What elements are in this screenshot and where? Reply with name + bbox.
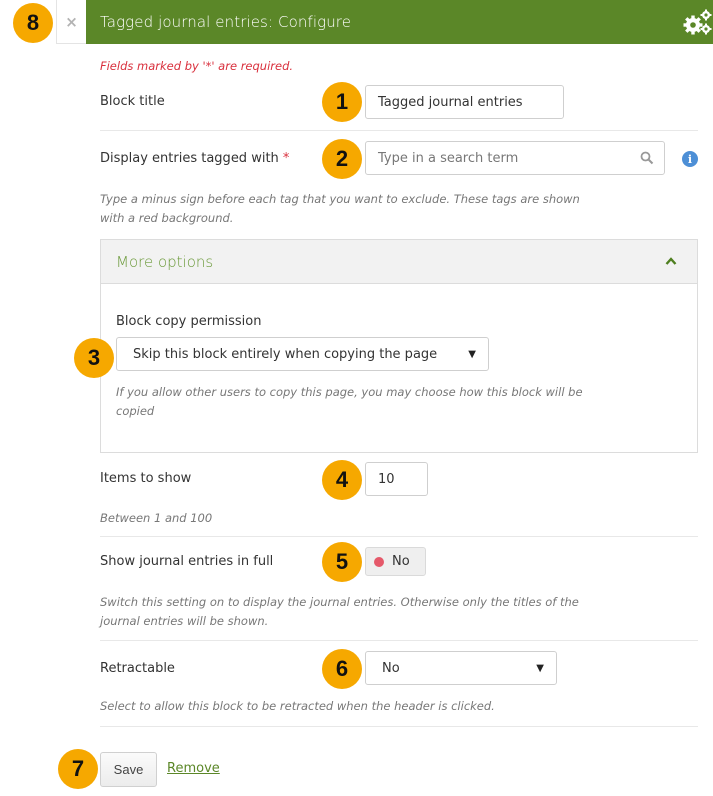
callout-badge-1: 1 [322, 82, 362, 122]
gears-icon [683, 9, 712, 35]
caret-down-icon: ▼ [536, 663, 544, 674]
more-options-toggle[interactable]: More options [101, 240, 697, 284]
search-icon[interactable] [640, 151, 654, 165]
more-options-title: More options [116, 252, 214, 271]
tags-help: Type a minus sign before each tag that y… [100, 192, 580, 225]
callout-badge-2: 2 [322, 139, 362, 179]
copy-permission-select[interactable]: Skip this block entirely when copying th… [116, 337, 489, 371]
divider [100, 726, 698, 727]
more-options-panel: More options Block copy permission Skip … [100, 239, 698, 453]
toggle-off-indicator [374, 556, 384, 567]
tags-placeholder: Type in a search term [378, 150, 519, 166]
retractable-value: No [382, 660, 400, 676]
caret-down-icon: ▼ [468, 349, 476, 360]
required-note: Fields marked by '*' are required. [100, 59, 294, 73]
close-icon: × [65, 12, 78, 31]
copy-permission-label: Block copy permission [116, 314, 262, 329]
divider [100, 536, 698, 537]
required-star: * [282, 151, 290, 166]
chevron-up-icon [665, 257, 677, 265]
remove-link[interactable]: Remove [167, 761, 220, 776]
retractable-help: Select to allow this block to be retract… [100, 699, 495, 713]
callout-badge-5: 5 [322, 542, 362, 582]
callout-badge-8: 8 [13, 3, 53, 43]
tags-label: Display entries tagged with * [100, 151, 289, 166]
show-full-toggle[interactable]: No [365, 547, 426, 576]
copy-permission-value: Skip this block entirely when copying th… [133, 346, 438, 362]
callout-badge-6: 6 [322, 649, 362, 689]
block-title-input[interactable]: Tagged journal entries [365, 85, 564, 119]
callout-badge-4: 4 [322, 460, 362, 500]
show-full-label: Show journal entries in full [100, 554, 274, 569]
divider [100, 130, 698, 131]
callout-badge-3: 3 [74, 338, 114, 378]
items-to-show-help: Between 1 and 100 [100, 511, 213, 525]
retractable-label: Retractable [100, 661, 175, 676]
show-full-help: Switch this setting on to display the jo… [100, 595, 579, 628]
copy-permission-help: If you allow other users to copy this pa… [116, 385, 583, 418]
tags-label-text: Display entries tagged with [100, 151, 279, 166]
retractable-select[interactable]: No ▼ [365, 651, 557, 685]
items-to-show-input[interactable]: 10 [365, 462, 428, 496]
dialog-title: Tagged journal entries: Configure [100, 13, 352, 31]
items-to-show-label: Items to show [100, 471, 192, 486]
close-button[interactable]: × [56, 0, 86, 44]
toggle-value: No [392, 554, 410, 569]
title-bar: Tagged journal entries: Configure [86, 0, 713, 44]
block-title-value: Tagged journal entries [378, 94, 523, 110]
block-title-label: Block title [100, 94, 165, 109]
callout-badge-7: 7 [58, 749, 98, 789]
tags-search-input[interactable]: Type in a search term [365, 141, 665, 175]
divider [100, 640, 698, 641]
save-button[interactable]: Save [100, 752, 157, 787]
info-icon[interactable]: i [682, 151, 698, 167]
items-to-show-value: 10 [378, 471, 395, 487]
dialog-header: × Tagged journal entries: Configure [56, 0, 713, 44]
